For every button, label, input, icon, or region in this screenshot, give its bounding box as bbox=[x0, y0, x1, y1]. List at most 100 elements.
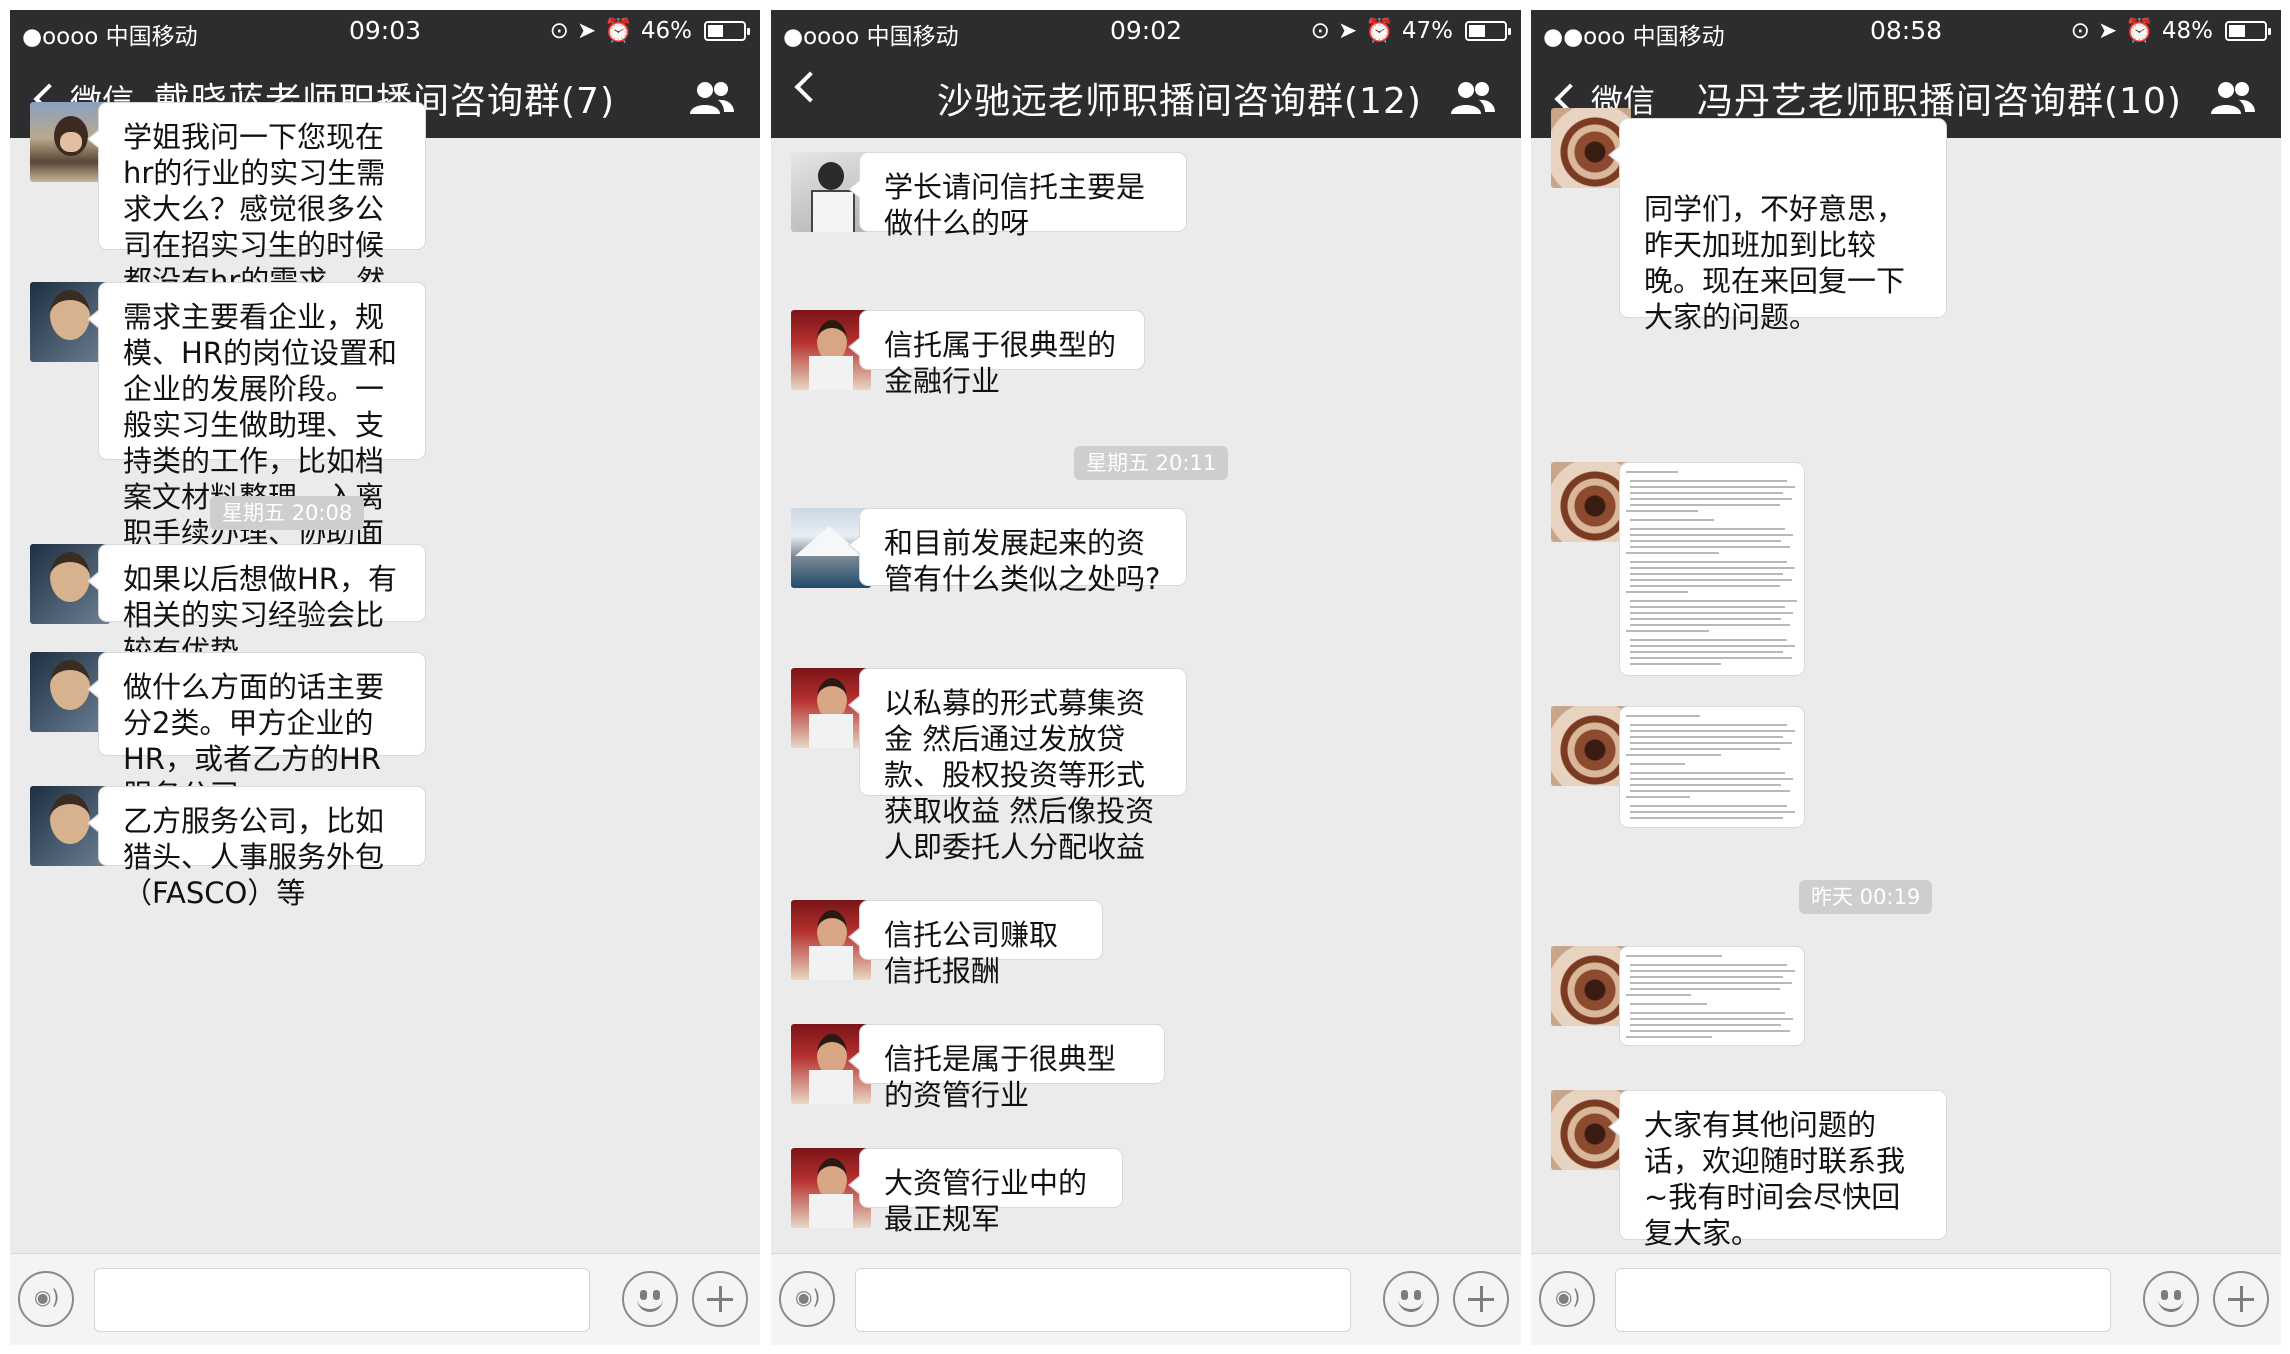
emoji-button[interactable] bbox=[1383, 1271, 1439, 1327]
message-list[interactable]: 同学们，不好意思，昨天加班加到比较晚。现在来回复一下大家的问题。 昨天 00:1… bbox=[1531, 108, 2281, 1253]
document-text-line bbox=[1630, 724, 1787, 726]
document-text-line bbox=[1630, 964, 1787, 966]
document-text-line bbox=[1630, 778, 1794, 780]
message-text: 和目前发展起来的资管有什么类似之处吗? bbox=[884, 526, 1161, 596]
message-text: 乙方服务公司，比如猎头、人事服务外包（FASCO）等 bbox=[123, 804, 385, 910]
message-bubble[interactable]: 需求主要看企业，规模、HR的岗位设置和企业的发展阶段。一般实习生做助理、支持类的… bbox=[87, 282, 426, 622]
chat-screen-sha: ●oooo 中国移动 09:02 ⊙ ➤ ⏰ 47% 沙驰远老师职播间咨询群(1… bbox=[771, 10, 1521, 1345]
message-bubble[interactable]: 乙方服务公司，比如猎头、人事服务外包（FASCO）等 bbox=[87, 786, 426, 910]
document-text-line bbox=[1630, 1012, 1785, 1014]
document-text-line bbox=[1626, 630, 1709, 632]
lock-rotation-icon: ⊙ bbox=[1310, 17, 1330, 44]
group-members-icon[interactable] bbox=[2209, 80, 2255, 116]
emoji-button[interactable] bbox=[622, 1271, 678, 1327]
document-text-line bbox=[1630, 982, 1792, 984]
group-members-icon[interactable] bbox=[688, 80, 734, 116]
emoji-mouth bbox=[2158, 1299, 2184, 1312]
document-preview bbox=[1626, 951, 1798, 1041]
message-text: 大资管行业中的最正规军 bbox=[884, 1166, 1088, 1236]
document-text-line bbox=[1630, 624, 1790, 626]
document-text-line bbox=[1630, 784, 1782, 786]
voice-input-button[interactable]: ◉) bbox=[1539, 1271, 1595, 1327]
more-options-button[interactable] bbox=[692, 1271, 748, 1327]
document-text-line bbox=[1630, 805, 1787, 807]
battery-icon bbox=[704, 20, 750, 41]
document-text-line bbox=[1626, 796, 1690, 798]
emoji-button[interactable] bbox=[2143, 1271, 2199, 1327]
voice-icon: ◉) bbox=[795, 1285, 821, 1309]
battery-fill bbox=[708, 24, 724, 37]
document-preview bbox=[1626, 711, 1798, 823]
message-bubble[interactable]: 信托属于很典型的金融行业 bbox=[848, 310, 1145, 398]
chat-screen-feng: ●●ooo 中国移动 08:58 ⊙ ➤ ⏰ 48% 微信 冯丹艺老师职播间咨询… bbox=[1531, 10, 2281, 1345]
location-icon: ➤ bbox=[1337, 17, 1358, 44]
more-options-button[interactable] bbox=[2213, 1271, 2269, 1327]
document-text-line bbox=[1626, 591, 1688, 593]
document-text-line bbox=[1630, 736, 1784, 738]
group-members-icon[interactable] bbox=[1449, 80, 1495, 116]
document-text-line bbox=[1630, 763, 1686, 765]
timestamp: 星期五 20:11 bbox=[1074, 446, 1229, 480]
document-text-line bbox=[1630, 612, 1794, 614]
message-bubble[interactable]: 同学们，不好意思，昨天加班加到比较晚。现在来回复一下大家的问题。 bbox=[1608, 118, 1947, 334]
timestamp: 星期五 20:08 bbox=[210, 496, 365, 530]
document-text-line bbox=[1630, 546, 1790, 548]
message-bubble[interactable]: 大资管行业中的最正规军 bbox=[848, 1148, 1123, 1236]
document-text-line bbox=[1630, 657, 1792, 659]
location-icon: ➤ bbox=[2097, 17, 2118, 44]
document-text-line bbox=[1630, 817, 1784, 819]
back-button[interactable] bbox=[791, 71, 831, 103]
document-text-line bbox=[1630, 645, 1796, 647]
document-text-line bbox=[1630, 811, 1796, 813]
message-input[interactable] bbox=[1615, 1268, 2111, 1332]
voice-input-button[interactable]: ◉) bbox=[779, 1271, 835, 1327]
message-input[interactable] bbox=[855, 1268, 1351, 1332]
message-bubble[interactable]: 做什么方面的话主要分2类。甲方企业的HR，或者乙方的HR服务公司。 bbox=[87, 652, 426, 812]
document-image-message[interactable] bbox=[1619, 946, 1805, 1046]
message-list[interactable]: 学姐我问一下您现在hr的行业的实习生需求大么？感觉很多公司在招实习生的时候都没有… bbox=[10, 102, 760, 1253]
document-text-line bbox=[1630, 772, 1785, 774]
battery-percent: 46% bbox=[640, 17, 692, 44]
message-list[interactable]: 学长请问信托主要是做什么的呀 信托属于很典型的金融行业 星期五 20:11 和目… bbox=[771, 138, 1521, 1253]
document-text-line bbox=[1630, 1018, 1794, 1020]
document-text-line bbox=[1626, 715, 1700, 717]
document-text-line bbox=[1630, 579, 1792, 581]
lock-rotation-icon: ⊙ bbox=[2070, 17, 2090, 44]
message-bubble[interactable]: 学长请问信托主要是做什么的呀 bbox=[848, 152, 1187, 240]
document-text-line bbox=[1630, 567, 1796, 569]
document-image-message[interactable] bbox=[1619, 706, 1805, 828]
input-bar: ◉) bbox=[771, 1253, 1521, 1345]
message-bubble[interactable]: 如果以后想做HR，有相关的实习经验会比较有优势 bbox=[87, 544, 426, 668]
alarm-icon: ⏰ bbox=[2125, 18, 2154, 44]
message-bubble[interactable]: 以私募的形式募集资金 然后通过发放贷款、股权投资等形式获取收益 然后像投资人即委… bbox=[848, 668, 1187, 864]
document-text-line bbox=[1630, 573, 1784, 575]
more-options-button[interactable] bbox=[1453, 1271, 1509, 1327]
timestamp: 昨天 00:19 bbox=[1799, 880, 1933, 914]
document-text-line bbox=[1630, 480, 1787, 482]
document-text-line bbox=[1630, 663, 1722, 665]
document-text-line bbox=[1630, 976, 1784, 978]
message-bubble[interactable]: 信托是属于很典型的资管行业 bbox=[848, 1024, 1165, 1112]
battery-icon bbox=[1465, 20, 1511, 41]
message-text: 学长请问信托主要是做什么的呀 bbox=[884, 170, 1146, 240]
document-text-line bbox=[1630, 730, 1796, 732]
status-right: ⊙ ➤ ⏰ 47% bbox=[1310, 17, 1511, 44]
message-bubble[interactable]: 大家有其他问题的话，欢迎随时联系我~我有时间会尽快回复大家。 bbox=[1608, 1090, 1947, 1250]
document-text-line bbox=[1626, 471, 1678, 473]
document-text-line bbox=[1630, 988, 1780, 990]
message-input[interactable] bbox=[94, 1268, 590, 1332]
document-text-line bbox=[1630, 486, 1796, 488]
message-bubble[interactable]: 信托公司赚取信托报酬 bbox=[848, 900, 1103, 988]
document-image-message[interactable] bbox=[1619, 462, 1805, 676]
voice-input-button[interactable]: ◉) bbox=[18, 1271, 74, 1327]
message-bubble[interactable]: 学姐我问一下您现在hr的行业的实习生需求大么？感觉很多公司在招实习生的时候都没有… bbox=[87, 102, 426, 370]
battery-percent: 48% bbox=[2161, 17, 2213, 44]
document-text-line bbox=[1630, 790, 1790, 792]
battery-icon bbox=[2225, 20, 2271, 41]
alarm-icon: ⏰ bbox=[604, 18, 633, 44]
document-text-line bbox=[1626, 552, 1719, 554]
document-text-line bbox=[1630, 1003, 1708, 1005]
status-bar: ●oooo 中国移动 09:02 ⊙ ➤ ⏰ 47% bbox=[771, 10, 1521, 50]
message-bubble[interactable]: 和目前发展起来的资管有什么类似之处吗? bbox=[848, 508, 1187, 596]
document-text-line bbox=[1626, 754, 1721, 756]
